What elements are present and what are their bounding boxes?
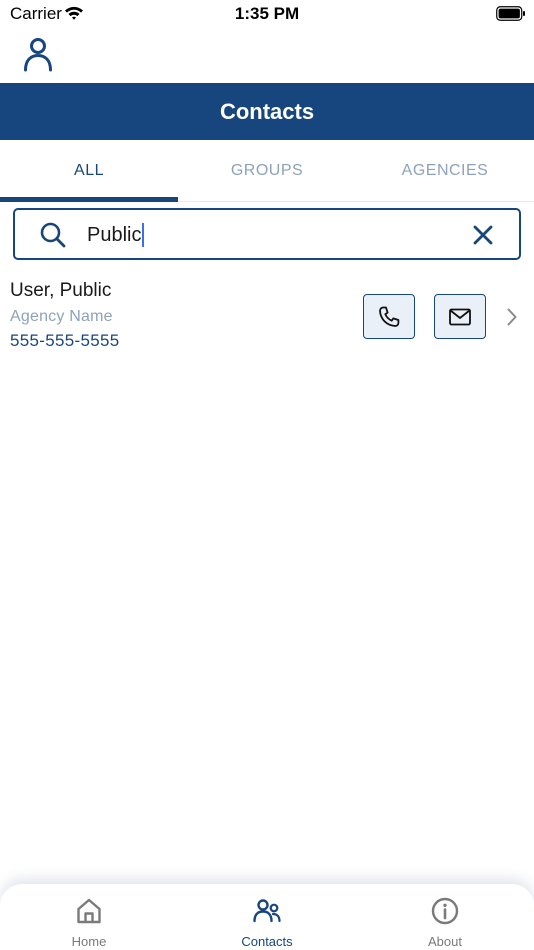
tab-all-label: ALL	[74, 162, 104, 179]
status-bar: Carrier 1:35 PM	[0, 0, 534, 28]
search-input-value: Public	[87, 223, 142, 246]
title-bar: Contacts	[0, 83, 534, 140]
phone-icon	[379, 306, 400, 327]
person-icon[interactable]	[22, 36, 54, 74]
tab-all[interactable]: ALL	[0, 140, 178, 202]
people-icon	[253, 899, 281, 923]
nav-home[interactable]: Home	[0, 884, 178, 950]
list-item[interactable]: User, Public Agency Name 555-555-5555	[0, 270, 534, 362]
tab-groups-label: GROUPS	[230, 162, 304, 179]
nav-about[interactable]: About	[356, 884, 534, 950]
home-icon	[77, 898, 101, 924]
search-input[interactable]: Public	[87, 220, 447, 250]
contact-phone[interactable]: 555-555-5555	[10, 331, 119, 351]
email-button[interactable]	[434, 294, 486, 339]
bottom-nav: Home Contacts About	[0, 884, 534, 950]
contact-name: User, Public	[10, 280, 112, 301]
page-title: Contacts	[219, 98, 315, 124]
battery-icon	[496, 6, 525, 21]
nav-home-label: Home	[71, 934, 107, 949]
call-button[interactable]	[363, 294, 415, 339]
search-box: Public	[13, 208, 521, 260]
tab-groups[interactable]: GROUPS	[178, 140, 356, 202]
close-icon[interactable]	[471, 223, 495, 247]
tab-agencies-label: AGENCIES	[401, 162, 489, 179]
status-time: 1:35 PM	[234, 4, 300, 23]
mail-icon	[449, 308, 471, 325]
active-tab-indicator	[0, 197, 178, 202]
text-caret	[142, 223, 145, 247]
search-icon	[40, 222, 66, 248]
segment-tabs: ALL GROUPS AGENCIES	[0, 140, 534, 202]
contact-agency: Agency Name	[10, 308, 113, 325]
nav-about-label: About	[428, 934, 462, 949]
tab-agencies[interactable]: AGENCIES	[356, 140, 534, 202]
nav-contacts-label: Contacts	[241, 934, 293, 949]
info-icon	[431, 897, 459, 925]
nav-contacts[interactable]: Contacts	[178, 884, 356, 950]
chevron-right-icon	[507, 308, 517, 326]
